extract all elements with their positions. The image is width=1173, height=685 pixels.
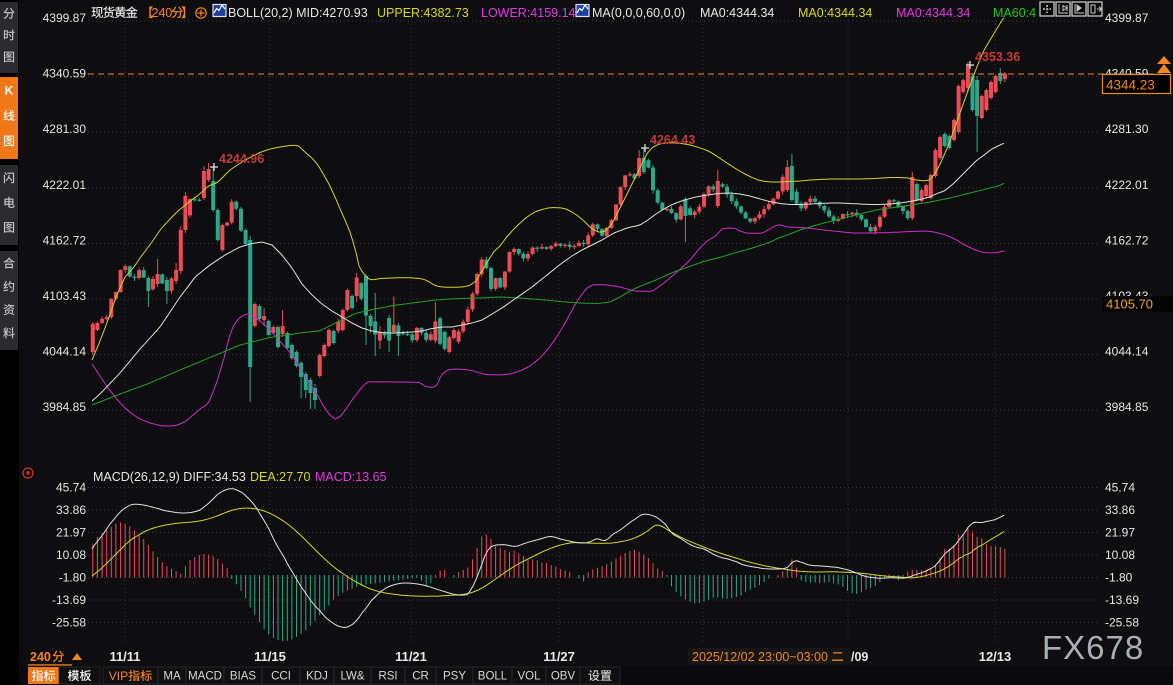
svg-text:MACD(26,12,9) DIFF:34.53: MACD(26,12,9) DIFF:34.53 bbox=[93, 470, 246, 484]
svg-text:-13.69: -13.69 bbox=[52, 593, 86, 607]
svg-text:-1.80: -1.80 bbox=[59, 571, 87, 585]
svg-text:11/15: 11/15 bbox=[254, 649, 286, 664]
svg-text:PSY: PSY bbox=[443, 671, 466, 683]
svg-text:-13.69: -13.69 bbox=[1105, 593, 1139, 607]
svg-text:MACD: MACD bbox=[188, 671, 222, 683]
svg-text:-25.58: -25.58 bbox=[1105, 616, 1139, 630]
svg-text:4264.43: 4264.43 bbox=[650, 133, 695, 147]
svg-text:OBV: OBV bbox=[551, 671, 576, 683]
svg-text:K: K bbox=[5, 84, 14, 98]
svg-text:BIAS: BIAS bbox=[230, 671, 257, 683]
svg-text:4399.87: 4399.87 bbox=[1105, 11, 1149, 25]
svg-text:3984.85: 3984.85 bbox=[43, 400, 87, 414]
svg-text:LW&: LW& bbox=[340, 671, 364, 683]
svg-text:4222.01: 4222.01 bbox=[43, 178, 87, 192]
svg-text:MA60:4: MA60:4 bbox=[993, 6, 1036, 20]
svg-text:BOLL: BOLL bbox=[478, 671, 508, 683]
svg-text:33.86: 33.86 bbox=[1105, 503, 1135, 517]
svg-text:4103.43: 4103.43 bbox=[43, 289, 87, 303]
svg-text:4281.30: 4281.30 bbox=[1105, 122, 1149, 136]
svg-text:11/21: 11/21 bbox=[395, 649, 427, 664]
svg-text:4281.30: 4281.30 bbox=[43, 122, 87, 136]
svg-text:4162.72: 4162.72 bbox=[43, 233, 87, 247]
svg-text:MA0:4344.34: MA0:4344.34 bbox=[700, 6, 774, 20]
svg-text:-1.80: -1.80 bbox=[1105, 571, 1133, 585]
svg-text:4044.14: 4044.14 bbox=[1105, 345, 1149, 359]
svg-text:MA0:4344.34: MA0:4344.34 bbox=[896, 6, 970, 20]
svg-text:10.08: 10.08 bbox=[56, 548, 86, 562]
svg-text:VOL: VOL bbox=[517, 671, 541, 683]
svg-text:4244.96: 4244.96 bbox=[219, 152, 264, 166]
svg-text:3984.85: 3984.85 bbox=[1105, 400, 1149, 414]
svg-text:21.97: 21.97 bbox=[1105, 526, 1135, 540]
svg-text:VIP: VIP bbox=[109, 669, 128, 683]
svg-text:-25.58: -25.58 bbox=[52, 616, 86, 630]
svg-text:240: 240 bbox=[152, 6, 173, 20]
svg-text:4162.72: 4162.72 bbox=[1105, 233, 1149, 247]
svg-text:LOWER:4159.14: LOWER:4159.14 bbox=[481, 6, 576, 20]
svg-text:MA: MA bbox=[163, 671, 181, 683]
svg-text:12/13: 12/13 bbox=[979, 649, 1012, 664]
svg-text:45.74: 45.74 bbox=[56, 481, 86, 495]
svg-text:KDJ: KDJ bbox=[306, 671, 328, 683]
svg-text:4044.14: 4044.14 bbox=[43, 345, 87, 359]
svg-text:10.08: 10.08 bbox=[1105, 548, 1135, 562]
svg-text:FX678: FX678 bbox=[1042, 629, 1144, 666]
svg-text:MACD:13.65: MACD:13.65 bbox=[315, 470, 387, 484]
svg-text:BOLL(20,2) MID:4270.93: BOLL(20,2) MID:4270.93 bbox=[228, 6, 368, 20]
svg-text:UPPER:4382.73: UPPER:4382.73 bbox=[377, 6, 469, 20]
svg-text:2025/12/02 23:00~03:00: 2025/12/02 23:00~03:00 bbox=[692, 650, 828, 664]
svg-text:240: 240 bbox=[30, 650, 51, 664]
svg-text:45.74: 45.74 bbox=[1105, 481, 1135, 495]
svg-text:RSI: RSI bbox=[378, 671, 397, 683]
svg-text:4399.87: 4399.87 bbox=[43, 11, 87, 25]
svg-text:MA0:4344.34: MA0:4344.34 bbox=[798, 6, 872, 20]
svg-text:DEA:27.70: DEA:27.70 bbox=[250, 470, 311, 484]
svg-text:4344.23: 4344.23 bbox=[1106, 78, 1155, 93]
svg-text:11/11: 11/11 bbox=[109, 649, 140, 664]
svg-text:11/27: 11/27 bbox=[543, 649, 575, 664]
svg-text:MA(0,0,0,60,0,0): MA(0,0,0,60,0,0) bbox=[592, 6, 685, 20]
svg-text:/09: /09 bbox=[851, 650, 868, 664]
svg-text:4340.59: 4340.59 bbox=[43, 67, 87, 81]
svg-text:4222.01: 4222.01 bbox=[1105, 178, 1149, 192]
svg-text:CCI: CCI bbox=[271, 671, 291, 683]
svg-text:4353.36: 4353.36 bbox=[975, 50, 1020, 64]
svg-text:21.97: 21.97 bbox=[56, 526, 86, 540]
svg-text:CR: CR bbox=[412, 671, 429, 683]
svg-text:4105.70: 4105.70 bbox=[1106, 297, 1153, 312]
svg-text:33.86: 33.86 bbox=[56, 503, 86, 517]
